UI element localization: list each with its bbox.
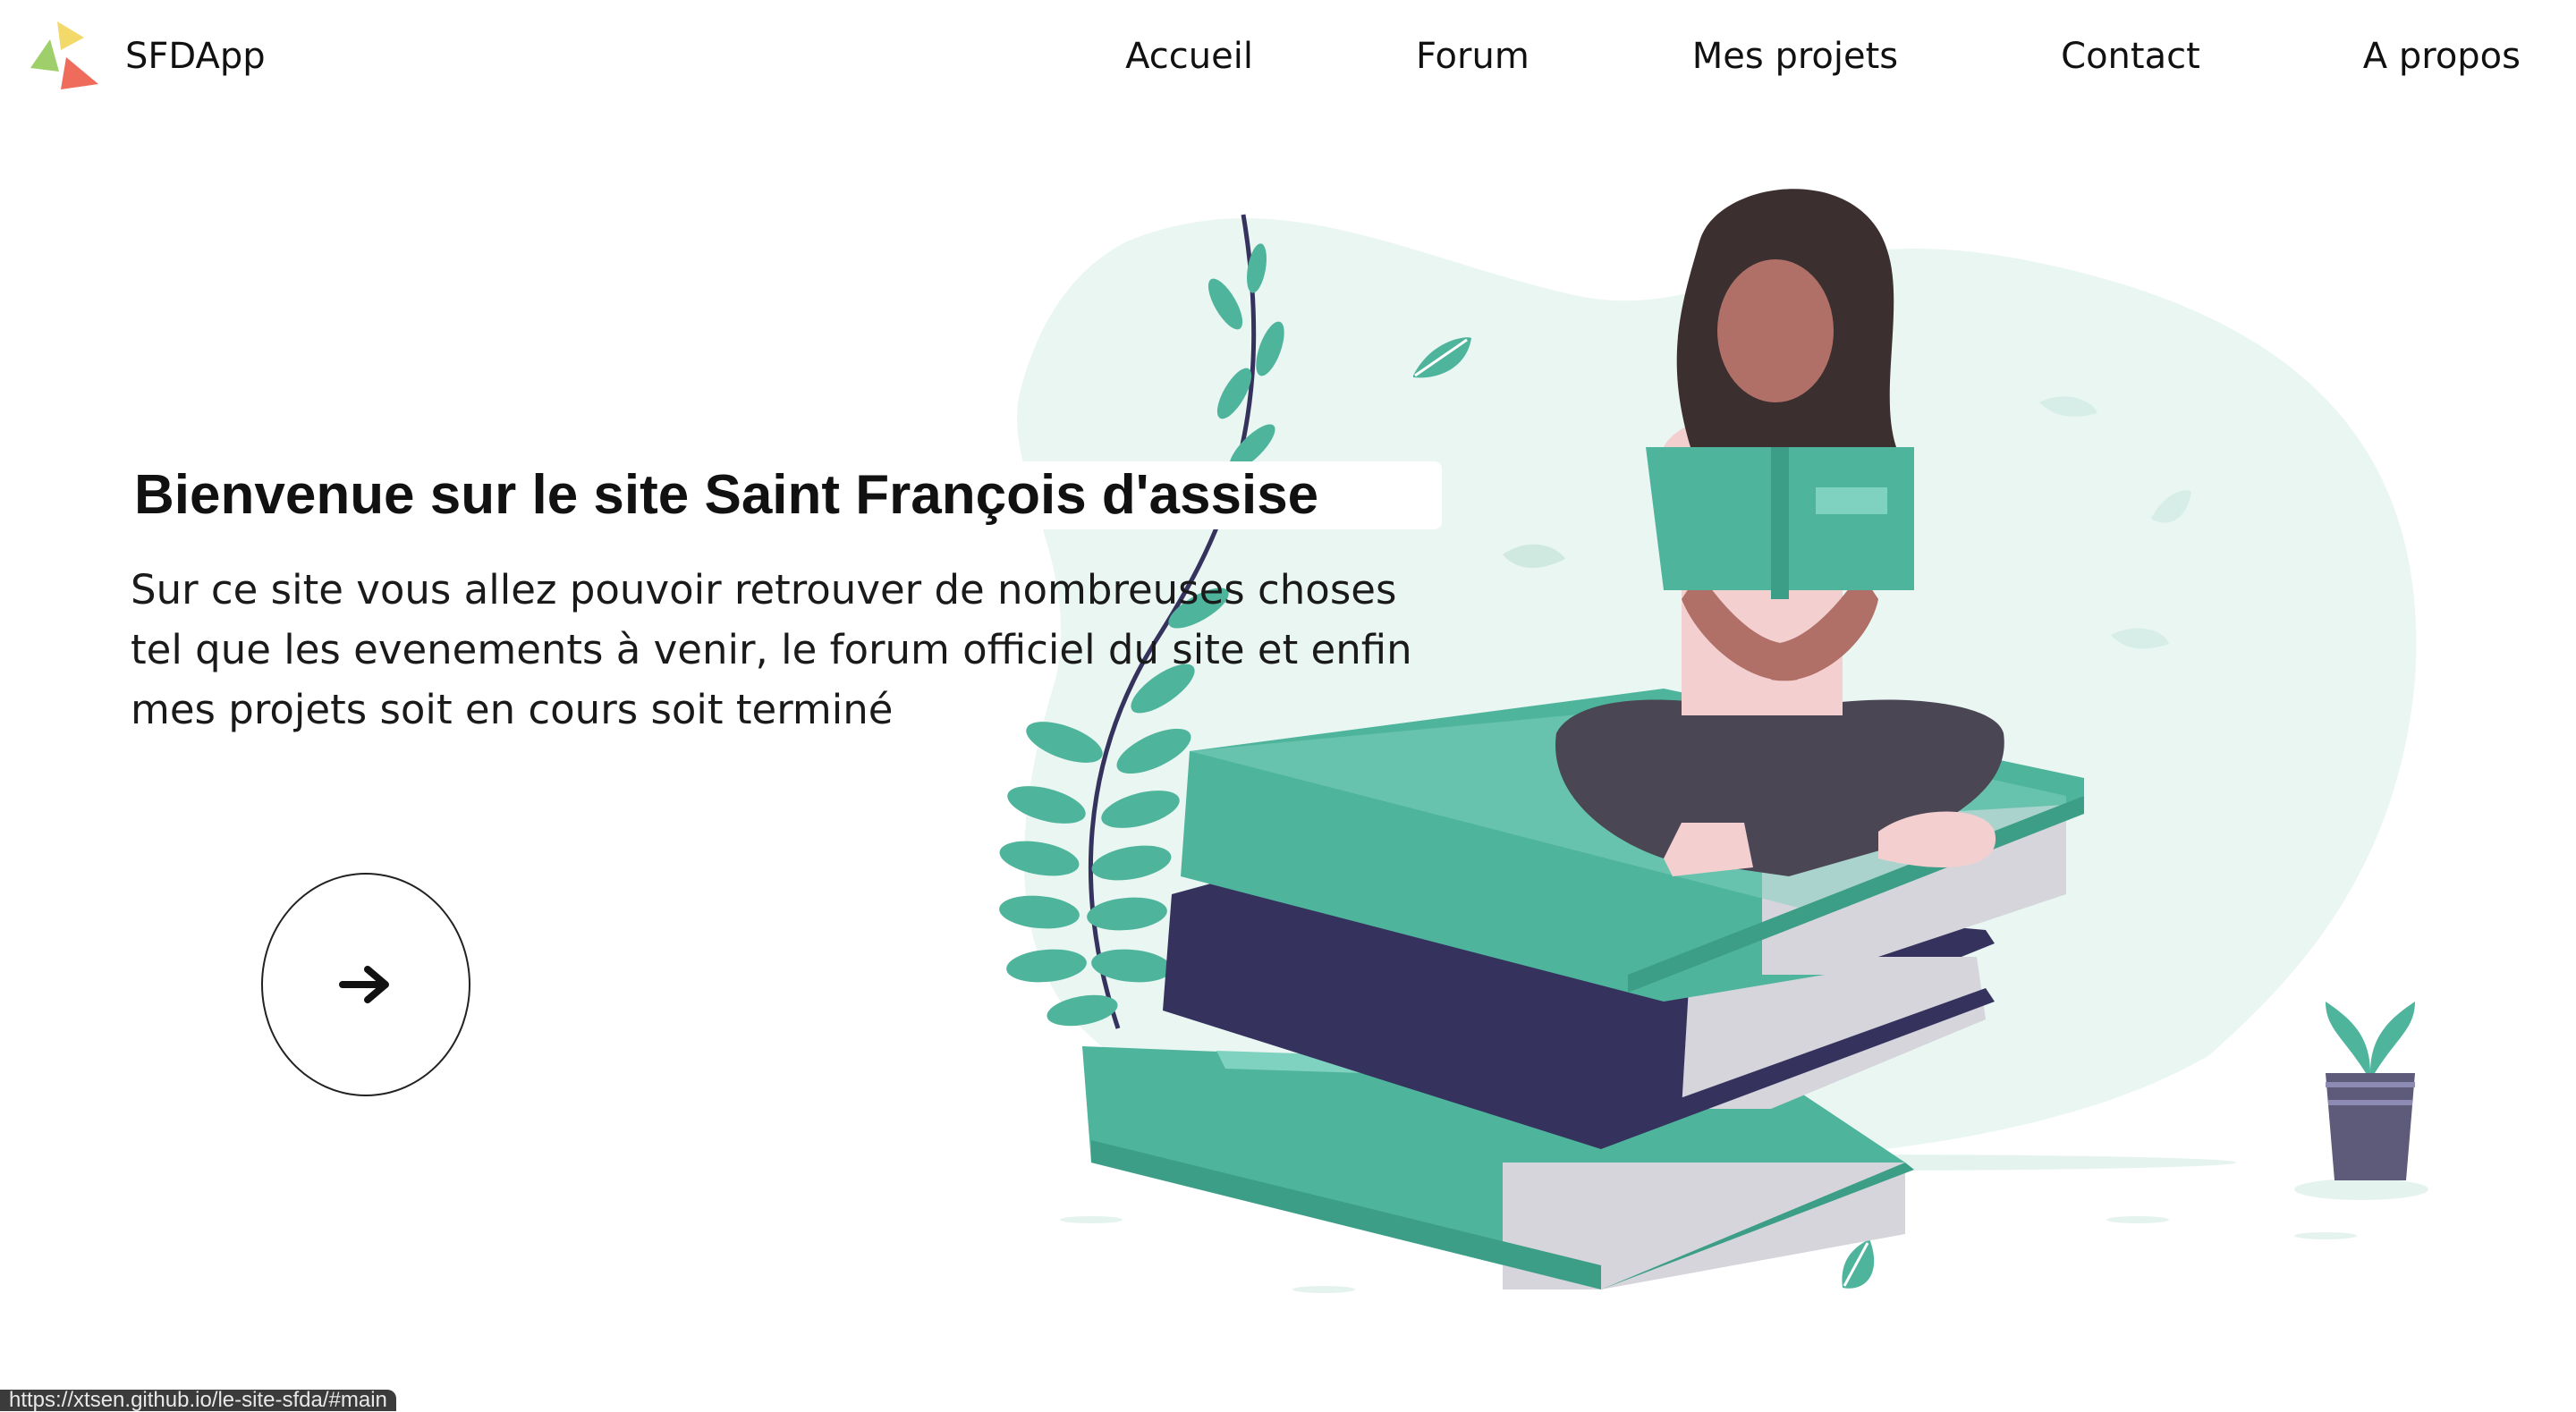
nav-link-a-propos[interactable]: A propos bbox=[2363, 36, 2521, 77]
navbar: SFDApp Accueil Forum Mes projets Contact… bbox=[0, 0, 2576, 125]
nav-link-accueil[interactable]: Accueil bbox=[1125, 36, 1253, 77]
arrow-right-icon bbox=[339, 966, 389, 1003]
status-bar-url: https://xtsen.github.io/le-site-sfda/#ma… bbox=[0, 1390, 396, 1411]
nav-link-mes-projets[interactable]: Mes projets bbox=[1692, 36, 1898, 77]
next-arrow-button[interactable] bbox=[261, 873, 470, 1096]
nav-link-forum[interactable]: Forum bbox=[1416, 36, 1530, 77]
hero-title: Bienvenue sur le site Saint François d'a… bbox=[134, 464, 1319, 526]
nav-link-contact[interactable]: Contact bbox=[2061, 36, 2200, 77]
brand-name[interactable]: SFDApp bbox=[125, 36, 266, 77]
reading-illustration bbox=[999, 189, 2428, 1293]
nav-menu: Accueil Forum Mes projets Contact A prop… bbox=[1125, 36, 2521, 77]
floating-leaf-6 bbox=[1842, 1239, 1875, 1289]
logo-icon[interactable] bbox=[27, 21, 98, 93]
potted-plant bbox=[2326, 1002, 2415, 1180]
hero-description: Sur ce site vous allez pouvoir retrouver… bbox=[131, 566, 1412, 733]
